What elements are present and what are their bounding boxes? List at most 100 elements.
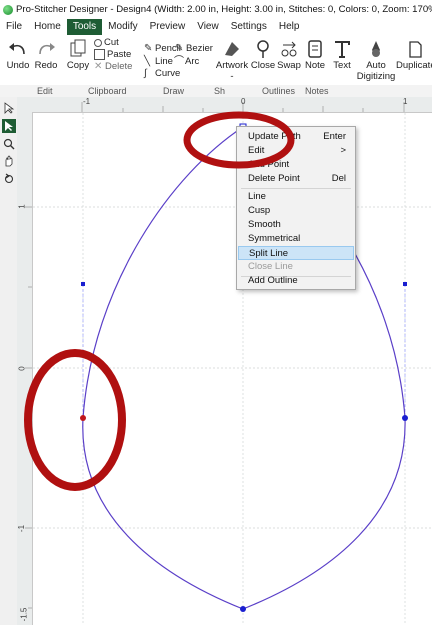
menu-item-shortcut: Del xyxy=(331,173,346,184)
menu-view[interactable]: View xyxy=(191,19,225,35)
menu-item-edit[interactable]: Edit > xyxy=(238,144,354,158)
redo-button[interactable]: Redo xyxy=(31,38,61,71)
menu-item-delete-point[interactable]: Delete Point Del xyxy=(238,172,354,186)
group-draw: Draw xyxy=(163,86,185,96)
pan-tool[interactable] xyxy=(2,154,16,168)
menu-item-add-point[interactable]: Add Point xyxy=(238,158,354,172)
ruler-label: -1.5 xyxy=(19,607,29,622)
swap-button[interactable]: Swap xyxy=(276,38,302,71)
menu-item-symmetrical[interactable]: Symmetrical xyxy=(238,232,354,246)
menu-item-add-outline[interactable]: Add Outline xyxy=(238,274,354,288)
auto-label: Auto xyxy=(366,60,386,71)
pencil-icon: ✎ xyxy=(144,43,153,54)
menu-item-update-path[interactable]: Update Path Enter xyxy=(238,130,354,144)
group-clipboard: Clipboard xyxy=(88,86,127,96)
ruler-label: 1 xyxy=(403,97,408,106)
select-tool[interactable] xyxy=(2,101,16,115)
note-icon xyxy=(308,40,322,58)
menu-help[interactable]: Help xyxy=(273,19,306,35)
ruler-label: 0 xyxy=(241,97,246,106)
line-icon: ╲ xyxy=(144,56,151,67)
tool-palette xyxy=(0,97,18,625)
delete-button[interactable]: ✕ Delete xyxy=(94,61,132,72)
zoom-tool[interactable] xyxy=(2,137,16,151)
selected-left-node[interactable] xyxy=(80,415,86,421)
horizontal-ruler-ticks xyxy=(81,102,405,112)
handle-node[interactable] xyxy=(403,282,407,286)
duplicate-icon xyxy=(409,41,422,58)
menu-item-label: Symmetrical xyxy=(248,233,301,244)
artwork-button[interactable]: Artwork - xyxy=(212,38,252,82)
arc-button[interactable]: ⌒ Arc xyxy=(174,56,199,67)
node-edit-tool[interactable] xyxy=(2,119,16,133)
undo-label: Undo xyxy=(6,60,30,71)
menu-settings[interactable]: Settings xyxy=(225,19,273,35)
menu-item-label: Line xyxy=(248,191,266,202)
bezier-icon: ✎ xyxy=(175,43,184,54)
auto-digitizing-button[interactable]: Auto Digitizing xyxy=(356,38,396,82)
context-menu: Update Path Enter Edit > Add Point Delet… xyxy=(236,126,356,290)
artwork-suffix: - xyxy=(230,71,234,82)
arc-label: Arc xyxy=(185,56,200,67)
design-canvas[interactable] xyxy=(33,113,432,625)
group-edit: Edit xyxy=(37,86,53,96)
menu-modify[interactable]: Modify xyxy=(102,19,143,35)
cut-label: Cut xyxy=(104,37,119,48)
menu-item-label: Edit xyxy=(248,145,265,156)
close-icon xyxy=(257,40,269,58)
bottom-node[interactable] xyxy=(240,606,246,612)
text-label: Text xyxy=(333,60,351,71)
redo-label: Redo xyxy=(34,60,58,71)
bezier-label: Bezier xyxy=(186,43,213,54)
arc-icon: ⌒ xyxy=(174,56,184,67)
copy-button[interactable]: Copy xyxy=(64,38,92,71)
menu-tools[interactable]: Tools xyxy=(66,19,103,35)
group-outlines: Outlines xyxy=(262,86,296,96)
menu-item-line[interactable]: Line xyxy=(238,190,354,204)
group-notes: Notes xyxy=(305,86,329,96)
rotate-icon xyxy=(4,173,14,184)
control-handles xyxy=(82,284,406,418)
close-button[interactable]: Close xyxy=(250,38,276,71)
line-label: Line xyxy=(155,56,173,67)
paste-button[interactable]: Paste xyxy=(94,49,131,60)
bezier-button[interactable]: ✎ Bezier xyxy=(175,43,213,54)
close-label: Close xyxy=(250,60,276,71)
menu-item-smooth[interactable]: Smooth xyxy=(238,218,354,232)
menu-home[interactable]: Home xyxy=(28,19,67,35)
line-button[interactable]: ╲ Line xyxy=(144,56,173,67)
cut-icon xyxy=(94,38,102,47)
select-arrow-icon xyxy=(4,102,15,114)
menu-preview[interactable]: Preview xyxy=(144,19,192,35)
paste-icon xyxy=(94,49,105,60)
note-label: Note xyxy=(304,60,326,71)
copy-label: Copy xyxy=(66,60,90,71)
menu-item-label: Add Outline xyxy=(248,275,298,286)
menu-item-label: Update Path xyxy=(248,131,301,142)
menu-item-label: Smooth xyxy=(248,219,281,230)
submenu-arrow-icon: > xyxy=(340,145,346,156)
cut-button[interactable]: Cut xyxy=(94,37,119,48)
swap-label: Swap xyxy=(277,60,301,71)
menu-item-split-line[interactable]: Split Line xyxy=(238,246,354,260)
menu-file[interactable]: File xyxy=(0,19,28,35)
pan-hand-icon xyxy=(5,155,13,167)
copy-icon xyxy=(70,39,86,57)
window-title: Pro-Stitcher Designer - Design4 (Width: … xyxy=(16,4,432,15)
menu-bar: File Home Tools Modify Preview View Sett… xyxy=(0,19,432,35)
handle-node[interactable] xyxy=(81,282,85,286)
menu-item-shortcut: Enter xyxy=(323,131,346,142)
note-button[interactable]: Note xyxy=(302,38,328,71)
undo-button[interactable]: Undo xyxy=(3,38,33,71)
menu-item-label: Add Point xyxy=(248,159,290,170)
text-button[interactable]: Text xyxy=(330,38,354,71)
rotate-tool[interactable] xyxy=(2,171,16,185)
duplicate-button[interactable]: Duplicate xyxy=(396,38,432,71)
swap-icon xyxy=(281,41,297,57)
right-node[interactable] xyxy=(402,415,408,421)
curve-button[interactable]: ∫ Curve xyxy=(144,68,180,79)
menu-item-label: Close Line xyxy=(248,261,293,272)
ribbon: Undo Redo Copy Cut Paste ✕ Delete ✎ Penc… xyxy=(0,35,432,85)
menu-item-cusp[interactable]: Cusp xyxy=(238,204,354,218)
ruler-label: 1 xyxy=(17,204,27,209)
